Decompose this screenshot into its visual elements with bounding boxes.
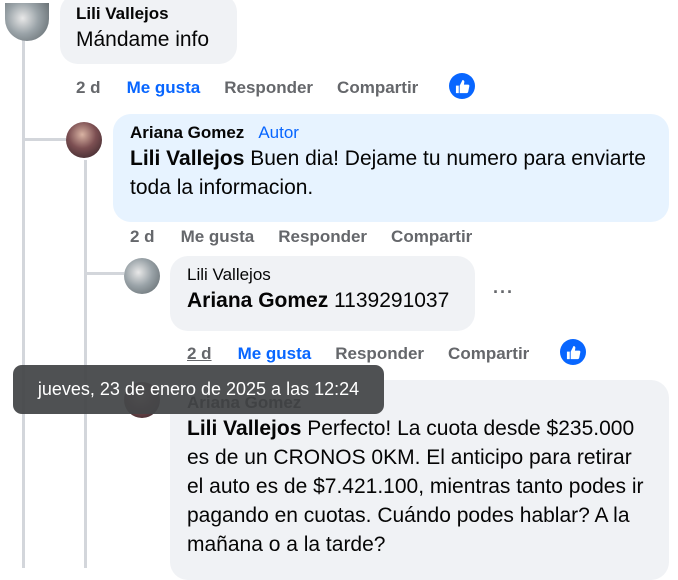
like-button[interactable]: Me gusta bbox=[238, 344, 312, 364]
comment-time[interactable]: 2 d bbox=[76, 78, 101, 98]
comment-author[interactable]: Lili Vallejos bbox=[76, 3, 225, 25]
like-button[interactable]: Me gusta bbox=[127, 78, 201, 98]
avatar[interactable] bbox=[124, 258, 160, 294]
author-tag: Autor bbox=[258, 123, 299, 142]
comment-bubble: Ariana Gomez Autor Lili Vallejos Buen dia… bbox=[113, 114, 669, 222]
share-button[interactable]: Compartir bbox=[448, 344, 529, 364]
like-button[interactable]: Me gusta bbox=[181, 227, 255, 247]
comment-actions: 2 d Me gusta Responder Compartir bbox=[187, 344, 553, 364]
reply-button[interactable]: Responder bbox=[278, 227, 367, 247]
mention-link[interactable]: Lili Vallejos bbox=[187, 417, 301, 440]
comment-text: Mándame info bbox=[76, 28, 210, 51]
comment-bubble: Lili Vallejos Ariana Gomez 1139291037 bbox=[170, 256, 475, 331]
mention-link[interactable]: Ariana Gomez bbox=[187, 289, 328, 312]
comment-actions: 2 d Me gusta Responder Compartir bbox=[76, 78, 442, 98]
comment-body: 1139291037 bbox=[328, 289, 450, 312]
comment-author[interactable]: Lili Vallejos bbox=[187, 264, 463, 286]
timestamp-tooltip: jueves, 23 de enero de 2025 a las 12:24 bbox=[13, 365, 384, 414]
thread-line-branch-2 bbox=[84, 272, 124, 275]
mention-link[interactable]: Lili Vallejos bbox=[130, 147, 244, 170]
more-options-icon[interactable]: ··· bbox=[493, 282, 514, 303]
avatar[interactable] bbox=[5, 3, 49, 41]
thread-line-main bbox=[22, 40, 25, 568]
comment-text: Ariana Gomez 1139291037 bbox=[187, 286, 463, 315]
comment-author: Ariana Gomez Autor bbox=[130, 122, 657, 144]
comment-time[interactable]: 2 d bbox=[187, 344, 212, 364]
comment-time[interactable]: 2 d bbox=[130, 227, 155, 247]
comment-bubble: Lili Vallejos Mándame info bbox=[60, 0, 237, 64]
thread-line-branch-1 bbox=[22, 138, 66, 141]
comment-text: Lili Vallejos Buen dia! Dejame tu numero… bbox=[130, 144, 657, 202]
reply-button[interactable]: Responder bbox=[224, 78, 313, 98]
comment-actions: 2 d Me gusta Responder Compartir bbox=[130, 227, 496, 247]
comment-text: Lili Vallejos Perfecto! La cuota desde $… bbox=[187, 414, 657, 559]
share-button[interactable]: Compartir bbox=[337, 78, 418, 98]
thumbs-up-icon[interactable] bbox=[560, 339, 586, 365]
reply-button[interactable]: Responder bbox=[335, 344, 424, 364]
thumbs-up-icon[interactable] bbox=[449, 73, 475, 99]
share-button[interactable]: Compartir bbox=[391, 227, 472, 247]
thread-line-sub bbox=[84, 160, 87, 568]
author-name[interactable]: Ariana Gomez bbox=[130, 123, 244, 142]
avatar[interactable] bbox=[66, 122, 102, 158]
